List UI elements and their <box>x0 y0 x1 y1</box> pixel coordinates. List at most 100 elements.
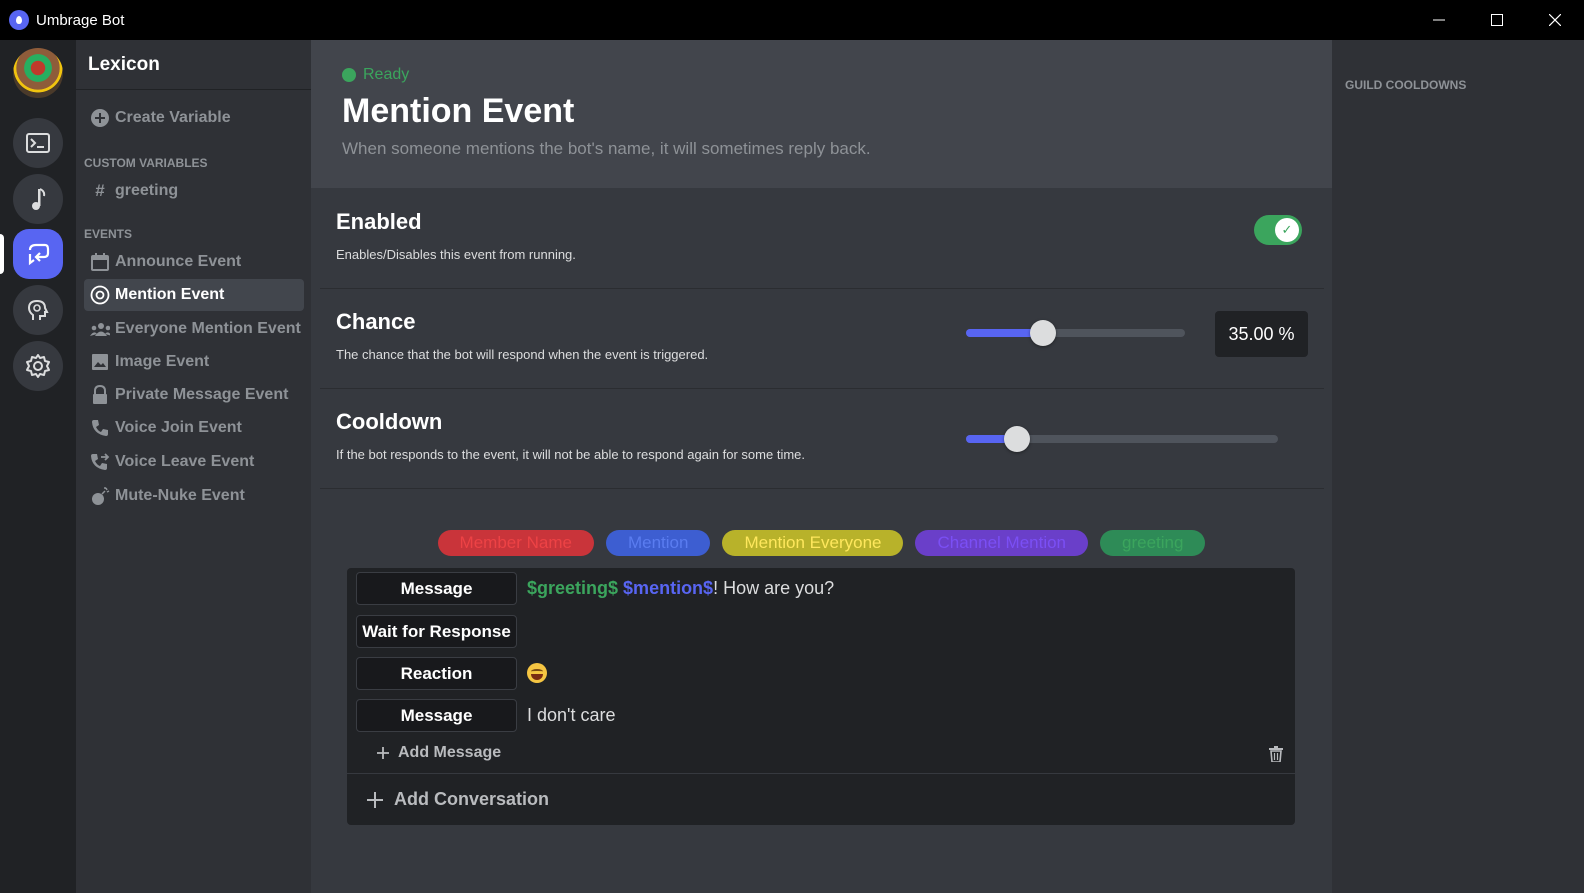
sidebar-item-voice-leave-event[interactable]: Voice Leave Event <box>84 446 304 478</box>
divider <box>347 773 1295 774</box>
slider-thumb[interactable] <box>1004 426 1031 452</box>
message-content[interactable]: I don't care <box>527 705 616 726</box>
chip-mention-everyone[interactable]: Mention Everyone <box>722 530 904 556</box>
title-bar: Umbrage Bot <box>0 0 1584 40</box>
setting-label: Enabled <box>336 209 422 234</box>
delete-conversation-button[interactable] <box>1269 746 1283 763</box>
music-button[interactable] <box>13 174 63 224</box>
people-icon <box>90 319 110 339</box>
sidebar-item-everyone-mention-event[interactable]: Everyone Mention Event <box>84 313 304 345</box>
event-header: Ready Mention Event When someone mention… <box>311 40 1332 188</box>
chance-slider[interactable] <box>966 320 1185 346</box>
close-icon <box>1549 14 1561 26</box>
variable-chips: Member Name Mention Mention Everyone Cha… <box>311 530 1332 556</box>
conversation-step: Wait for Response <box>356 615 517 648</box>
step-type-button[interactable]: Reaction <box>356 657 517 690</box>
sidebar-item-label: Announce Event <box>115 253 242 270</box>
conversation-step: Message $greeting$ $mention$! How are yo… <box>356 572 834 605</box>
sidebar-item-private-message-event[interactable]: Private Message Event <box>84 379 304 411</box>
lexicon-sidebar: Lexicon Create Variable CUSTOM VARIABLES… <box>76 40 311 893</box>
setting-enabled: Enabled Enables/Disables this event from… <box>320 189 1324 289</box>
close-button[interactable] <box>1526 0 1584 40</box>
hash-icon: # <box>95 181 105 200</box>
settings-button[interactable] <box>13 341 63 391</box>
chip-mention[interactable]: Mention <box>605 530 711 556</box>
reaction-content[interactable] <box>527 660 547 688</box>
terminal-button[interactable] <box>13 118 63 168</box>
lock-icon <box>90 385 110 405</box>
bomb-icon <box>90 486 110 506</box>
ai-button[interactable] <box>13 285 63 335</box>
check-icon: ✓ <box>1275 218 1299 242</box>
slider-thumb[interactable] <box>1029 320 1056 346</box>
phone-icon <box>90 418 110 438</box>
chip-greeting[interactable]: greeting <box>1100 530 1206 556</box>
guild-cooldowns-panel: GUILD COOLDOWNS <box>1332 40 1584 893</box>
add-message-label: Add Message <box>398 744 502 761</box>
sidebar-item-label: Mention Event <box>115 286 225 303</box>
status-indicator: Ready <box>342 66 1301 84</box>
plus-icon <box>377 747 389 759</box>
app-logo-icon <box>9 10 29 30</box>
chip-member-name[interactable]: Member Name <box>437 530 594 556</box>
step-type-button[interactable]: Wait for Response <box>356 615 517 648</box>
minimize-icon <box>1433 19 1445 21</box>
greeting-token: $greeting$ <box>527 578 619 598</box>
add-conversation-label: Add Conversation <box>394 789 550 809</box>
add-conversation-button[interactable]: Add Conversation <box>367 789 549 810</box>
add-message-button[interactable]: Add Message <box>377 744 501 762</box>
lexicon-button[interactable] <box>13 229 63 279</box>
head-icon <box>27 299 49 320</box>
status-text: Ready <box>363 66 410 83</box>
event-editor: Ready Mention Event When someone mention… <box>311 40 1332 893</box>
sidebar-item-greeting[interactable]: # greeting <box>84 175 304 207</box>
maximize-icon <box>1491 14 1503 26</box>
sidebar-item-label: Everyone Mention Event <box>115 320 301 337</box>
step-type-button[interactable]: Message <box>356 699 517 732</box>
sidebar-item-image-event[interactable]: Image Event <box>84 346 304 378</box>
panel-title: GUILD COOLDOWNS <box>1345 78 1467 92</box>
step-type-button[interactable]: Message <box>356 572 517 605</box>
sidebar-item-label: Voice Leave Event <box>115 453 255 470</box>
mention-token: $mention$ <box>623 578 714 598</box>
terminal-icon <box>26 133 50 153</box>
sidebar-item-label: Voice Join Event <box>115 419 242 436</box>
setting-cooldown: Cooldown If the bot responds to the even… <box>320 389 1324 489</box>
sidebar-item-voice-join-event[interactable]: Voice Join Event <box>84 412 304 444</box>
chance-value-input[interactable]: 35.00 % <box>1215 311 1308 357</box>
create-variable-label: Create Variable <box>115 109 231 126</box>
setting-label: Cooldown <box>336 409 443 434</box>
setting-chance: Chance The chance that the bot will resp… <box>320 289 1324 389</box>
plus-icon <box>367 791 383 808</box>
conversation-step: Message I don't care <box>356 699 616 732</box>
conversation-step: Reaction <box>356 657 547 690</box>
message-content[interactable]: $greeting$ $mention$! How are you? <box>527 578 834 599</box>
page-title: Mention Event <box>342 92 575 130</box>
maximize-button[interactable] <box>1468 0 1526 40</box>
calendar-icon <box>90 252 110 272</box>
minimize-button[interactable] <box>1410 0 1468 40</box>
events-header: EVENTS <box>84 227 133 241</box>
sidebar-item-announce-event[interactable]: Announce Event <box>84 246 304 278</box>
at-icon <box>90 285 110 305</box>
phone-forward-icon <box>90 452 110 472</box>
music-icon <box>32 188 46 210</box>
message-text: ! How are you? <box>713 578 835 598</box>
sidebar-item-mute-nuke-event[interactable]: Mute-Nuke Event <box>84 480 304 512</box>
setting-label: Chance <box>336 309 416 334</box>
sidebar-item-label: Private Message Event <box>115 386 289 403</box>
custom-variables-header: CUSTOM VARIABLES <box>84 156 208 170</box>
sidebar-item-label: Image Event <box>115 353 210 370</box>
sidebar-item-mention-event[interactable]: Mention Event <box>84 279 304 311</box>
server-rail <box>0 40 76 893</box>
status-dot-icon <box>342 68 356 82</box>
cooldown-slider[interactable] <box>966 426 1278 452</box>
grinning-squint-emoji-icon <box>527 662 547 683</box>
setting-description: If the bot responds to the event, it wil… <box>336 447 805 462</box>
enabled-toggle[interactable]: ✓ <box>1254 215 1302 245</box>
chip-channel-mention[interactable]: Channel Mention <box>915 530 1089 556</box>
create-variable-button[interactable]: Create Variable <box>84 102 304 134</box>
active-indicator <box>0 234 4 274</box>
trash-icon <box>1269 746 1283 763</box>
bot-avatar[interactable] <box>13 48 63 98</box>
